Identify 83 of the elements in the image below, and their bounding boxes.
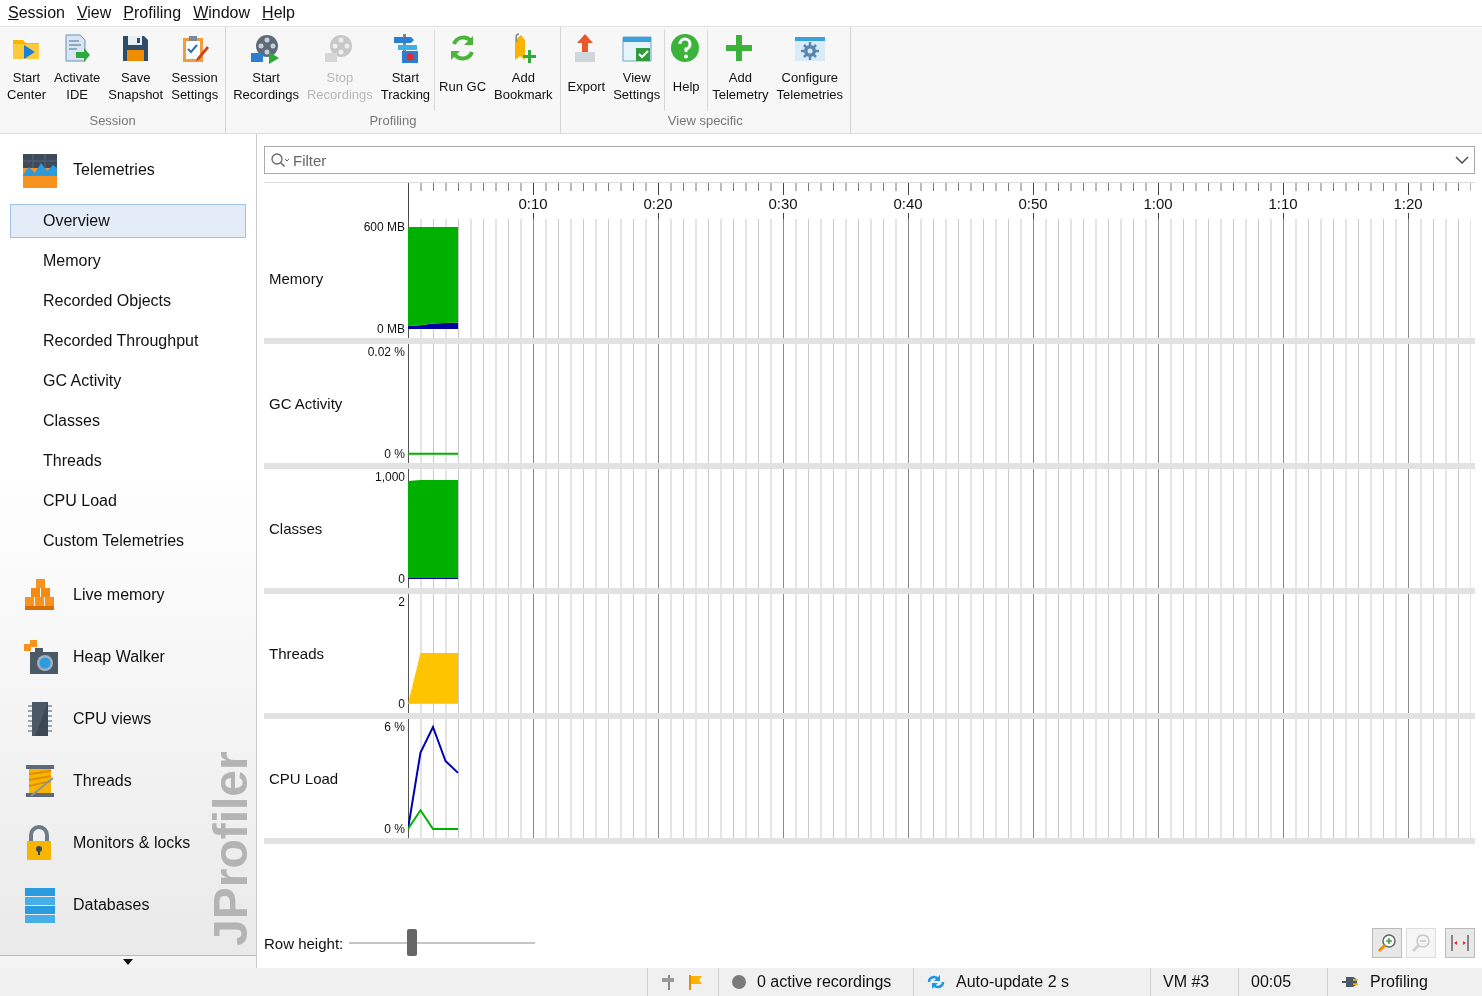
status-text: VM #3 bbox=[1163, 973, 1210, 991]
camera-cubes-icon bbox=[21, 638, 59, 676]
zoom-in-button[interactable] bbox=[1372, 928, 1402, 958]
sidebar-section[interactable]: Databases bbox=[0, 884, 154, 926]
toolbar-group-label: Profiling bbox=[368, 112, 418, 130]
time-tick-label: 0:40 bbox=[893, 195, 923, 212]
time-tick-label: 1:20 bbox=[1393, 195, 1423, 212]
zoom-out-icon bbox=[1411, 933, 1431, 953]
y-axis-label: 0 % bbox=[384, 822, 405, 836]
telemetry-title: Threads bbox=[268, 645, 326, 662]
fit-width-icon bbox=[1450, 933, 1470, 953]
refresh-icon[interactable] bbox=[926, 974, 946, 990]
toolbar-button[interactable]: Start Center bbox=[3, 30, 51, 106]
fit-width-button[interactable] bbox=[1445, 928, 1475, 958]
row-height-label: Row height: bbox=[264, 934, 344, 952]
status-text: 00:05 bbox=[1251, 973, 1292, 991]
sidebar-item[interactable]: CPU Load bbox=[10, 484, 246, 518]
time-tick-label: 1:00 bbox=[1143, 195, 1173, 212]
time-tick-label: 0:10 bbox=[518, 195, 548, 212]
sidebar-section[interactable]: Telemetries bbox=[0, 149, 159, 191]
plug-icon bbox=[1340, 974, 1360, 990]
time-tick-label: 0:50 bbox=[1018, 195, 1048, 212]
sidebar-item[interactable]: Recorded Objects bbox=[10, 284, 246, 318]
status-text: 0 active recordings bbox=[757, 973, 892, 991]
sidebar-section[interactable]: Threads bbox=[0, 760, 136, 802]
telemetry-title: GC Activity bbox=[268, 395, 344, 412]
sidebar-section[interactable]: Live memory bbox=[0, 574, 169, 616]
toolbar-button[interactable]: Run GC bbox=[435, 30, 491, 106]
chart-icon bbox=[21, 151, 59, 189]
y-axis-label: 6 % bbox=[384, 720, 405, 734]
menu-item[interactable]: Help bbox=[258, 4, 303, 22]
line-series bbox=[408, 452, 459, 455]
sidebar-section[interactable]: Monitors & locks bbox=[0, 822, 195, 864]
caret-down-icon[interactable] bbox=[123, 959, 133, 965]
brand-text: JProfiler bbox=[203, 751, 258, 946]
status-text: Auto-update 2 s bbox=[956, 973, 1069, 991]
toolbar-button[interactable]: Session Settings bbox=[167, 30, 223, 106]
toolbar-group-label: Session bbox=[88, 112, 137, 130]
menu-item[interactable]: Window bbox=[189, 4, 259, 22]
status-text: Profiling bbox=[1370, 973, 1428, 991]
area-series bbox=[408, 653, 458, 704]
toolbar-button[interactable]: Activate IDE bbox=[50, 30, 105, 106]
sidebar-section[interactable]: Heap Walker bbox=[0, 636, 169, 678]
chevron-down-icon[interactable] bbox=[1455, 155, 1469, 165]
y-axis-label: 0 MB bbox=[377, 322, 405, 336]
telemetry-title: Memory bbox=[268, 270, 325, 287]
telemetry-title: CPU Load bbox=[268, 770, 340, 787]
time-tick-label: 1:10 bbox=[1268, 195, 1298, 212]
sidebar-item[interactable]: Memory bbox=[10, 244, 246, 278]
toolbar-button[interactable]: Add Telemetry bbox=[708, 30, 773, 106]
sidebar-item[interactable]: GC Activity bbox=[10, 364, 246, 398]
slider-thumb[interactable] bbox=[407, 929, 418, 956]
sidebar-item[interactable]: Threads bbox=[10, 444, 246, 478]
sidebar-item[interactable]: Overview bbox=[10, 204, 246, 238]
time-tick-label: 0:20 bbox=[643, 195, 673, 212]
toolbar-button[interactable]: Start Recordings bbox=[229, 30, 303, 106]
toolbar-button[interactable]: Save Snapshot bbox=[104, 30, 168, 106]
y-axis-label: 0 bbox=[398, 696, 405, 711]
y-axis-label: 1,000 bbox=[374, 469, 405, 484]
toolbar-button[interactable]: Export bbox=[563, 30, 610, 106]
sidebar-section[interactable]: CPU views bbox=[0, 698, 156, 740]
sidebar-item[interactable]: Classes bbox=[10, 404, 246, 438]
sidebar-item[interactable]: Recorded Throughput bbox=[10, 324, 246, 358]
toolbar-button[interactable]: Configure Telemetries bbox=[772, 30, 847, 106]
y-axis-label: 2 bbox=[398, 595, 405, 610]
record-dot-icon bbox=[731, 974, 747, 990]
filter-field[interactable]: Filter bbox=[264, 146, 1475, 174]
toolbar-button[interactable]: Add Bookmark bbox=[490, 30, 557, 106]
telemetry-title: Classes bbox=[268, 520, 324, 537]
menu-item[interactable]: Profiling bbox=[119, 4, 190, 22]
y-axis-label: 600 MB bbox=[363, 220, 405, 234]
y-axis-label: 0 % bbox=[384, 446, 405, 461]
toolbar-button[interactable]: Help bbox=[665, 30, 708, 106]
toolbar-group-label: View specific bbox=[666, 112, 744, 130]
zoom-in-icon bbox=[1377, 933, 1397, 953]
toolbar-button[interactable]: View Settings bbox=[609, 30, 665, 106]
toolbar-button[interactable]: Start Tracking bbox=[376, 30, 435, 106]
y-axis-label: 0 bbox=[398, 572, 405, 586]
y-axis-label: 0.02 % bbox=[367, 345, 405, 360]
time-tick-label: 0:30 bbox=[768, 195, 798, 212]
sidebar-item[interactable]: Custom Telemetries bbox=[10, 524, 246, 558]
menu-item[interactable]: View bbox=[72, 4, 120, 22]
menu-item[interactable]: Session bbox=[4, 4, 73, 22]
